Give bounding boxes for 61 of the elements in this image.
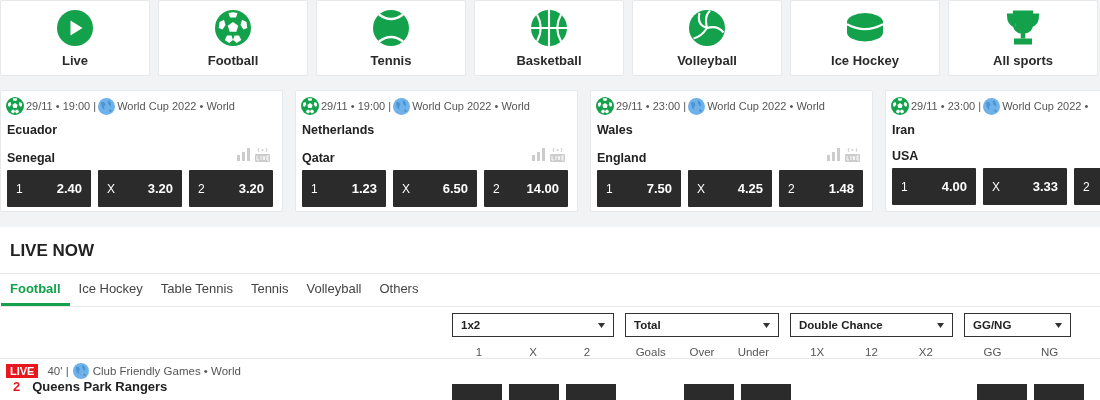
- column-header: Under: [736, 346, 770, 358]
- sport-tab[interactable]: Volleyball: [297, 274, 371, 306]
- odds-button[interactable]: X 6.50: [393, 170, 477, 207]
- sport-tile[interactable]: Basketball: [474, 0, 624, 76]
- column-header: Goals: [634, 346, 667, 358]
- odds-button[interactable]: X 3.33: [983, 168, 1067, 205]
- team-name: Netherlands: [302, 123, 375, 137]
- sport-tab[interactable]: Table Tennis: [151, 274, 242, 306]
- odds-button[interactable]: 2 3.20: [189, 170, 273, 207]
- column-header: 1X: [809, 346, 826, 358]
- sport-tile[interactable]: Football: [158, 0, 308, 76]
- match-time: 29/11 • 23:00 |: [616, 100, 687, 112]
- match-time: 29/11 • 19:00 |: [321, 100, 392, 112]
- league-name[interactable]: World Cup 2022 • World: [117, 100, 235, 112]
- odds-button[interactable]: 2 1.48: [779, 170, 863, 207]
- match-time: 29/11 • 19:00 |: [26, 100, 97, 112]
- odds-button[interactable]: 1 7.50: [597, 170, 681, 207]
- team-name: Senegal: [7, 151, 55, 165]
- column-header: NG: [1039, 346, 1060, 358]
- league-name[interactable]: World Cup 2022 • World: [412, 100, 530, 112]
- column-header: X: [528, 346, 538, 358]
- league-name[interactable]: World Cup 2022 •: [1002, 100, 1089, 112]
- team-name: Wales: [597, 123, 633, 137]
- sport-tile[interactable]: Tennis: [316, 0, 466, 76]
- column-header: 1: [474, 346, 484, 358]
- odds-button[interactable]: 1 2.40: [7, 170, 91, 207]
- market-dropdown[interactable]: Double Chance: [790, 313, 953, 337]
- odds-button[interactable]: 1 4.00: [892, 168, 976, 205]
- odds-button[interactable]: 2: [1074, 168, 1100, 205]
- column-header: GG: [982, 346, 1003, 358]
- match-minute: 40' |: [47, 365, 69, 377]
- section-title: LIVE NOW: [10, 241, 95, 261]
- odds-button[interactable]: X 3.20: [98, 170, 182, 207]
- market-dropdown[interactable]: 1x2: [452, 313, 614, 337]
- team-name: Iran: [892, 123, 915, 137]
- column-header: Over: [688, 346, 716, 358]
- column-header: 12: [864, 346, 879, 358]
- sport-tile[interactable]: Live: [0, 0, 150, 76]
- market-dropdown[interactable]: Total: [625, 313, 779, 337]
- sport-tab[interactable]: Tennis: [241, 274, 298, 306]
- league-name[interactable]: Club Friendly Games • World: [92, 365, 241, 377]
- odds-button[interactable]: 2 14.00: [484, 170, 568, 207]
- sport-tile[interactable]: Volleyball: [632, 0, 782, 76]
- market-dropdown[interactable]: GG/NG: [964, 313, 1071, 337]
- sport-tab[interactable]: Ice Hockey: [69, 274, 152, 306]
- team-name: USA: [892, 149, 919, 163]
- match-time: 29/11 • 23:00 |: [911, 100, 982, 112]
- sport-tile[interactable]: All sports: [948, 0, 1098, 76]
- odds-button[interactable]: 1 1.23: [302, 170, 386, 207]
- team-name: Qatar: [302, 151, 335, 165]
- column-header: X2: [917, 346, 934, 358]
- sport-tab[interactable]: Others: [370, 274, 428, 306]
- team-name: England: [597, 151, 647, 165]
- column-header: 2: [582, 346, 592, 358]
- league-name[interactable]: World Cup 2022 • World: [707, 100, 825, 112]
- live-badge: LIVE: [6, 364, 39, 378]
- team-name: Queens Park Rangers: [32, 380, 168, 394]
- odds-button[interactable]: X 4.25: [688, 170, 772, 207]
- sport-tile[interactable]: Ice Hockey: [790, 0, 940, 76]
- score: 2: [13, 380, 21, 394]
- team-name: Ecuador: [7, 123, 57, 137]
